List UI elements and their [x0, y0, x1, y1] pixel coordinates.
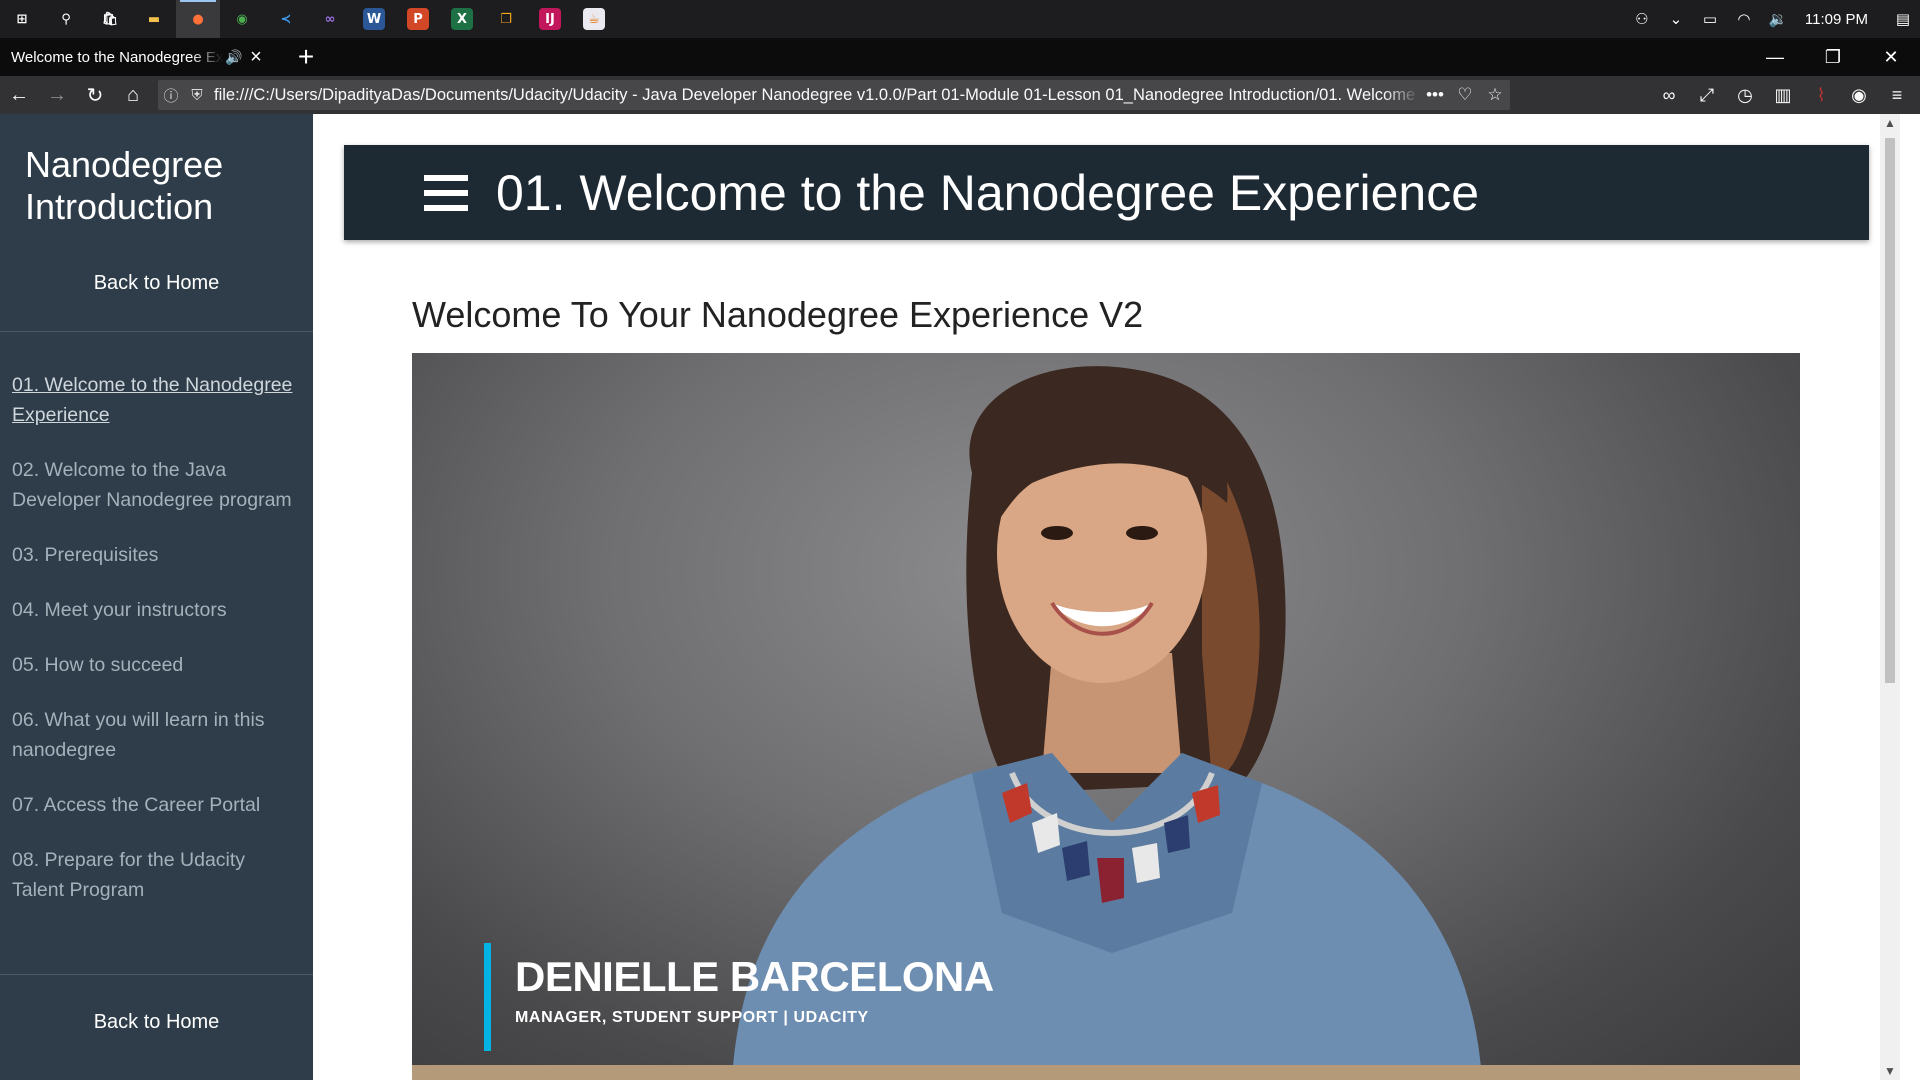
taskbar-app[interactable]: ◉	[220, 0, 264, 38]
battery-icon[interactable]: ▭	[1693, 0, 1727, 38]
section-title: Welcome To Your Nanodegree Experience V2	[412, 294, 1144, 335]
private-mask-icon[interactable]: ∞	[1650, 76, 1688, 114]
sidebar-lesson-item[interactable]: 01. Welcome to the Nanodegree Experience	[12, 370, 301, 430]
scroll-up-arrow-icon[interactable]: ▲	[1880, 116, 1900, 130]
taskbar-app[interactable]: P	[396, 0, 440, 38]
taskbar-app[interactable]: ●	[176, 0, 220, 38]
minimize-button[interactable]: —	[1746, 38, 1804, 76]
page-actions-icon[interactable]: •••	[1420, 85, 1450, 105]
scrollbar-thumb[interactable]	[1885, 138, 1895, 683]
bookmark-star-icon[interactable]: ☆	[1480, 85, 1510, 105]
taskbar-app-list: ⊞ ⚲ 🛍 ▬ ● ◉ ≺ ∞ W P X ❐ IJ ☕	[0, 0, 616, 38]
back-button[interactable]: ←	[0, 76, 38, 114]
taskbar-app[interactable]: X	[440, 0, 484, 38]
pdf-extension-icon[interactable]: ⌇	[1802, 76, 1840, 114]
volume-icon[interactable]: 🔉	[1761, 0, 1795, 38]
taskbar-app[interactable]: IJ	[528, 0, 572, 38]
video-player[interactable]: DENIELLE BARCELONA MANAGER, STUDENT SUPP…	[412, 353, 1800, 1080]
taskbar-app[interactable]: W	[352, 0, 396, 38]
banner-title: 01. Welcome to the Nanodegree Experience	[496, 164, 1480, 221]
history-icon[interactable]: ◷	[1726, 76, 1764, 114]
url-bar[interactable]: ⓘ ⛨ file:///C:/Users/DipadityaDas/Docume…	[158, 80, 1510, 110]
wifi-icon[interactable]: ◠	[1727, 0, 1761, 38]
audio-playing-icon[interactable]: 🔊	[223, 49, 245, 66]
taskbar-app[interactable]: 🛍	[88, 0, 132, 38]
copy-app-icon: ❐	[500, 11, 512, 27]
clock[interactable]: 11:09 PM	[1795, 11, 1886, 28]
back-to-home-link-top[interactable]: Back to Home	[0, 272, 313, 295]
intellij-icon: IJ	[539, 8, 561, 30]
speaker-name: DENIELLE BARCELONA	[515, 953, 994, 1000]
firefox-icon: ●	[192, 11, 204, 27]
taskbar-app[interactable]: ≺	[264, 0, 308, 38]
sidebar-footer: Back to Home	[0, 974, 313, 1034]
sidebar-divider	[0, 974, 313, 975]
sidebar-lesson-item[interactable]: 05. How to succeed	[12, 650, 301, 680]
hamburger-menu-icon[interactable]	[424, 174, 468, 211]
excel-icon: X	[451, 8, 473, 30]
browser-tab-strip: Welcome to the Nanodegree Experience 🔊 ×…	[0, 38, 1920, 76]
browser-toolbar: ← → ↻ ⌂ ⓘ ⛨ file:///C:/Users/DipadityaDa…	[0, 76, 1920, 114]
file-explorer-icon: ▬	[147, 11, 161, 27]
pocket-icon[interactable]: ♡	[1450, 85, 1480, 105]
restore-button[interactable]: ❐	[1804, 38, 1862, 76]
java-app-icon: ☕	[583, 8, 605, 30]
search-icon: ⚲	[61, 11, 71, 27]
lesson-banner: 01. Welcome to the Nanodegree Experience	[344, 145, 1869, 240]
tab-title: Welcome to the Nanodegree Experience	[11, 48, 223, 66]
sidebar-lesson-item[interactable]: 07. Access the Career Portal	[12, 790, 301, 820]
system-tray: ⚇ ⌄ ▭ ◠ 🔉 11:09 PM ▤	[1625, 0, 1920, 38]
url-text[interactable]: file:///C:/Users/DipadityaDas/Documents/…	[210, 86, 1420, 105]
store-icon: 🛍	[101, 11, 119, 27]
speaker-role: MANAGER, STUDENT SUPPORT | UDACITY	[515, 1009, 869, 1026]
speaker-lower-third: DENIELLE BARCELONA MANAGER, STUDENT SUPP…	[484, 943, 994, 1051]
sidebar-title: Nanodegree Introduction	[25, 144, 224, 227]
close-window-button[interactable]: ✕	[1862, 38, 1920, 76]
tracking-protection-icon[interactable]: ⛨	[184, 87, 210, 104]
sidebar-lesson-item[interactable]: 08. Prepare for the Udacity Talent Progr…	[12, 845, 301, 905]
start-icon: ⊞	[16, 11, 28, 27]
windows-taskbar: ⊞ ⚲ 🛍 ▬ ● ◉ ≺ ∞ W P X ❐ IJ ☕ ⚇ ⌄ ▭ ◠ 🔉 11:09 PM ▤	[0, 0, 1920, 38]
scroll-down-arrow-icon[interactable]: ▼	[1880, 1064, 1900, 1078]
forward-button[interactable]: →	[38, 76, 76, 114]
lesson-list: 01. Welcome to the Nanodegree Experience…	[0, 370, 313, 905]
account-icon[interactable]: ◉	[1840, 76, 1878, 114]
back-to-home-link-bottom[interactable]: Back to Home	[0, 1011, 313, 1034]
taskbar-app[interactable]: ▬	[132, 0, 176, 38]
tab-active[interactable]: Welcome to the Nanodegree Experience 🔊 ×	[0, 38, 276, 76]
people-icon[interactable]: ⚇	[1625, 0, 1659, 38]
chrome-icon: ◉	[236, 11, 248, 27]
taskbar-app[interactable]: ∞	[308, 0, 352, 38]
sidebar-divider	[0, 331, 313, 332]
notification-icon[interactable]: ▤	[1886, 0, 1920, 38]
taskbar-app[interactable]: ⊞	[0, 0, 44, 38]
home-button[interactable]: ⌂	[114, 76, 152, 114]
close-tab-icon[interactable]: ×	[245, 46, 267, 69]
new-tab-button[interactable]: +	[286, 38, 326, 76]
sidebar-lesson-item[interactable]: 04. Meet your instructors	[12, 595, 301, 625]
sidebar-lesson-item[interactable]: 02. Welcome to the Java Developer Nanode…	[12, 455, 301, 515]
taskbar-app[interactable]: ⚲	[44, 0, 88, 38]
visual-studio-icon: ∞	[324, 11, 336, 27]
main-content: 01. Welcome to the Nanodegree Experience…	[313, 114, 1900, 1080]
vscode-icon: ≺	[280, 11, 292, 27]
chevron-up-icon[interactable]: ⌄	[1659, 0, 1693, 38]
sidebar-lesson-item[interactable]: 03. Prerequisites	[12, 540, 301, 570]
taskbar-app[interactable]: ☕	[572, 0, 616, 38]
page-viewport: Nanodegree Introduction Back to Home 01.…	[0, 114, 1920, 1080]
menu-icon[interactable]: ≡	[1878, 76, 1916, 114]
info-icon[interactable]: ⓘ	[158, 85, 184, 106]
taskbar-app[interactable]: ❐	[484, 0, 528, 38]
lower-third-accent-bar	[484, 943, 491, 1051]
reader-view-icon[interactable]: ▥	[1764, 76, 1802, 114]
fullscreen-icon[interactable]: ⤢	[1688, 76, 1726, 114]
word-icon: W	[363, 8, 385, 30]
powerpoint-icon: P	[407, 8, 429, 30]
lesson-sidebar: Nanodegree Introduction Back to Home 01.…	[0, 114, 313, 1080]
page-scrollbar[interactable]: ▲ ▼	[1880, 114, 1900, 1080]
sidebar-lesson-item[interactable]: 06. What you will learn in this nanodegr…	[12, 705, 301, 765]
reload-button[interactable]: ↻	[76, 76, 114, 114]
toolbar-right-icons: ∞ ⤢ ◷ ▥ ⌇ ◉ ≡	[1650, 76, 1916, 114]
window-controls: — ❐ ✕	[1746, 38, 1920, 76]
